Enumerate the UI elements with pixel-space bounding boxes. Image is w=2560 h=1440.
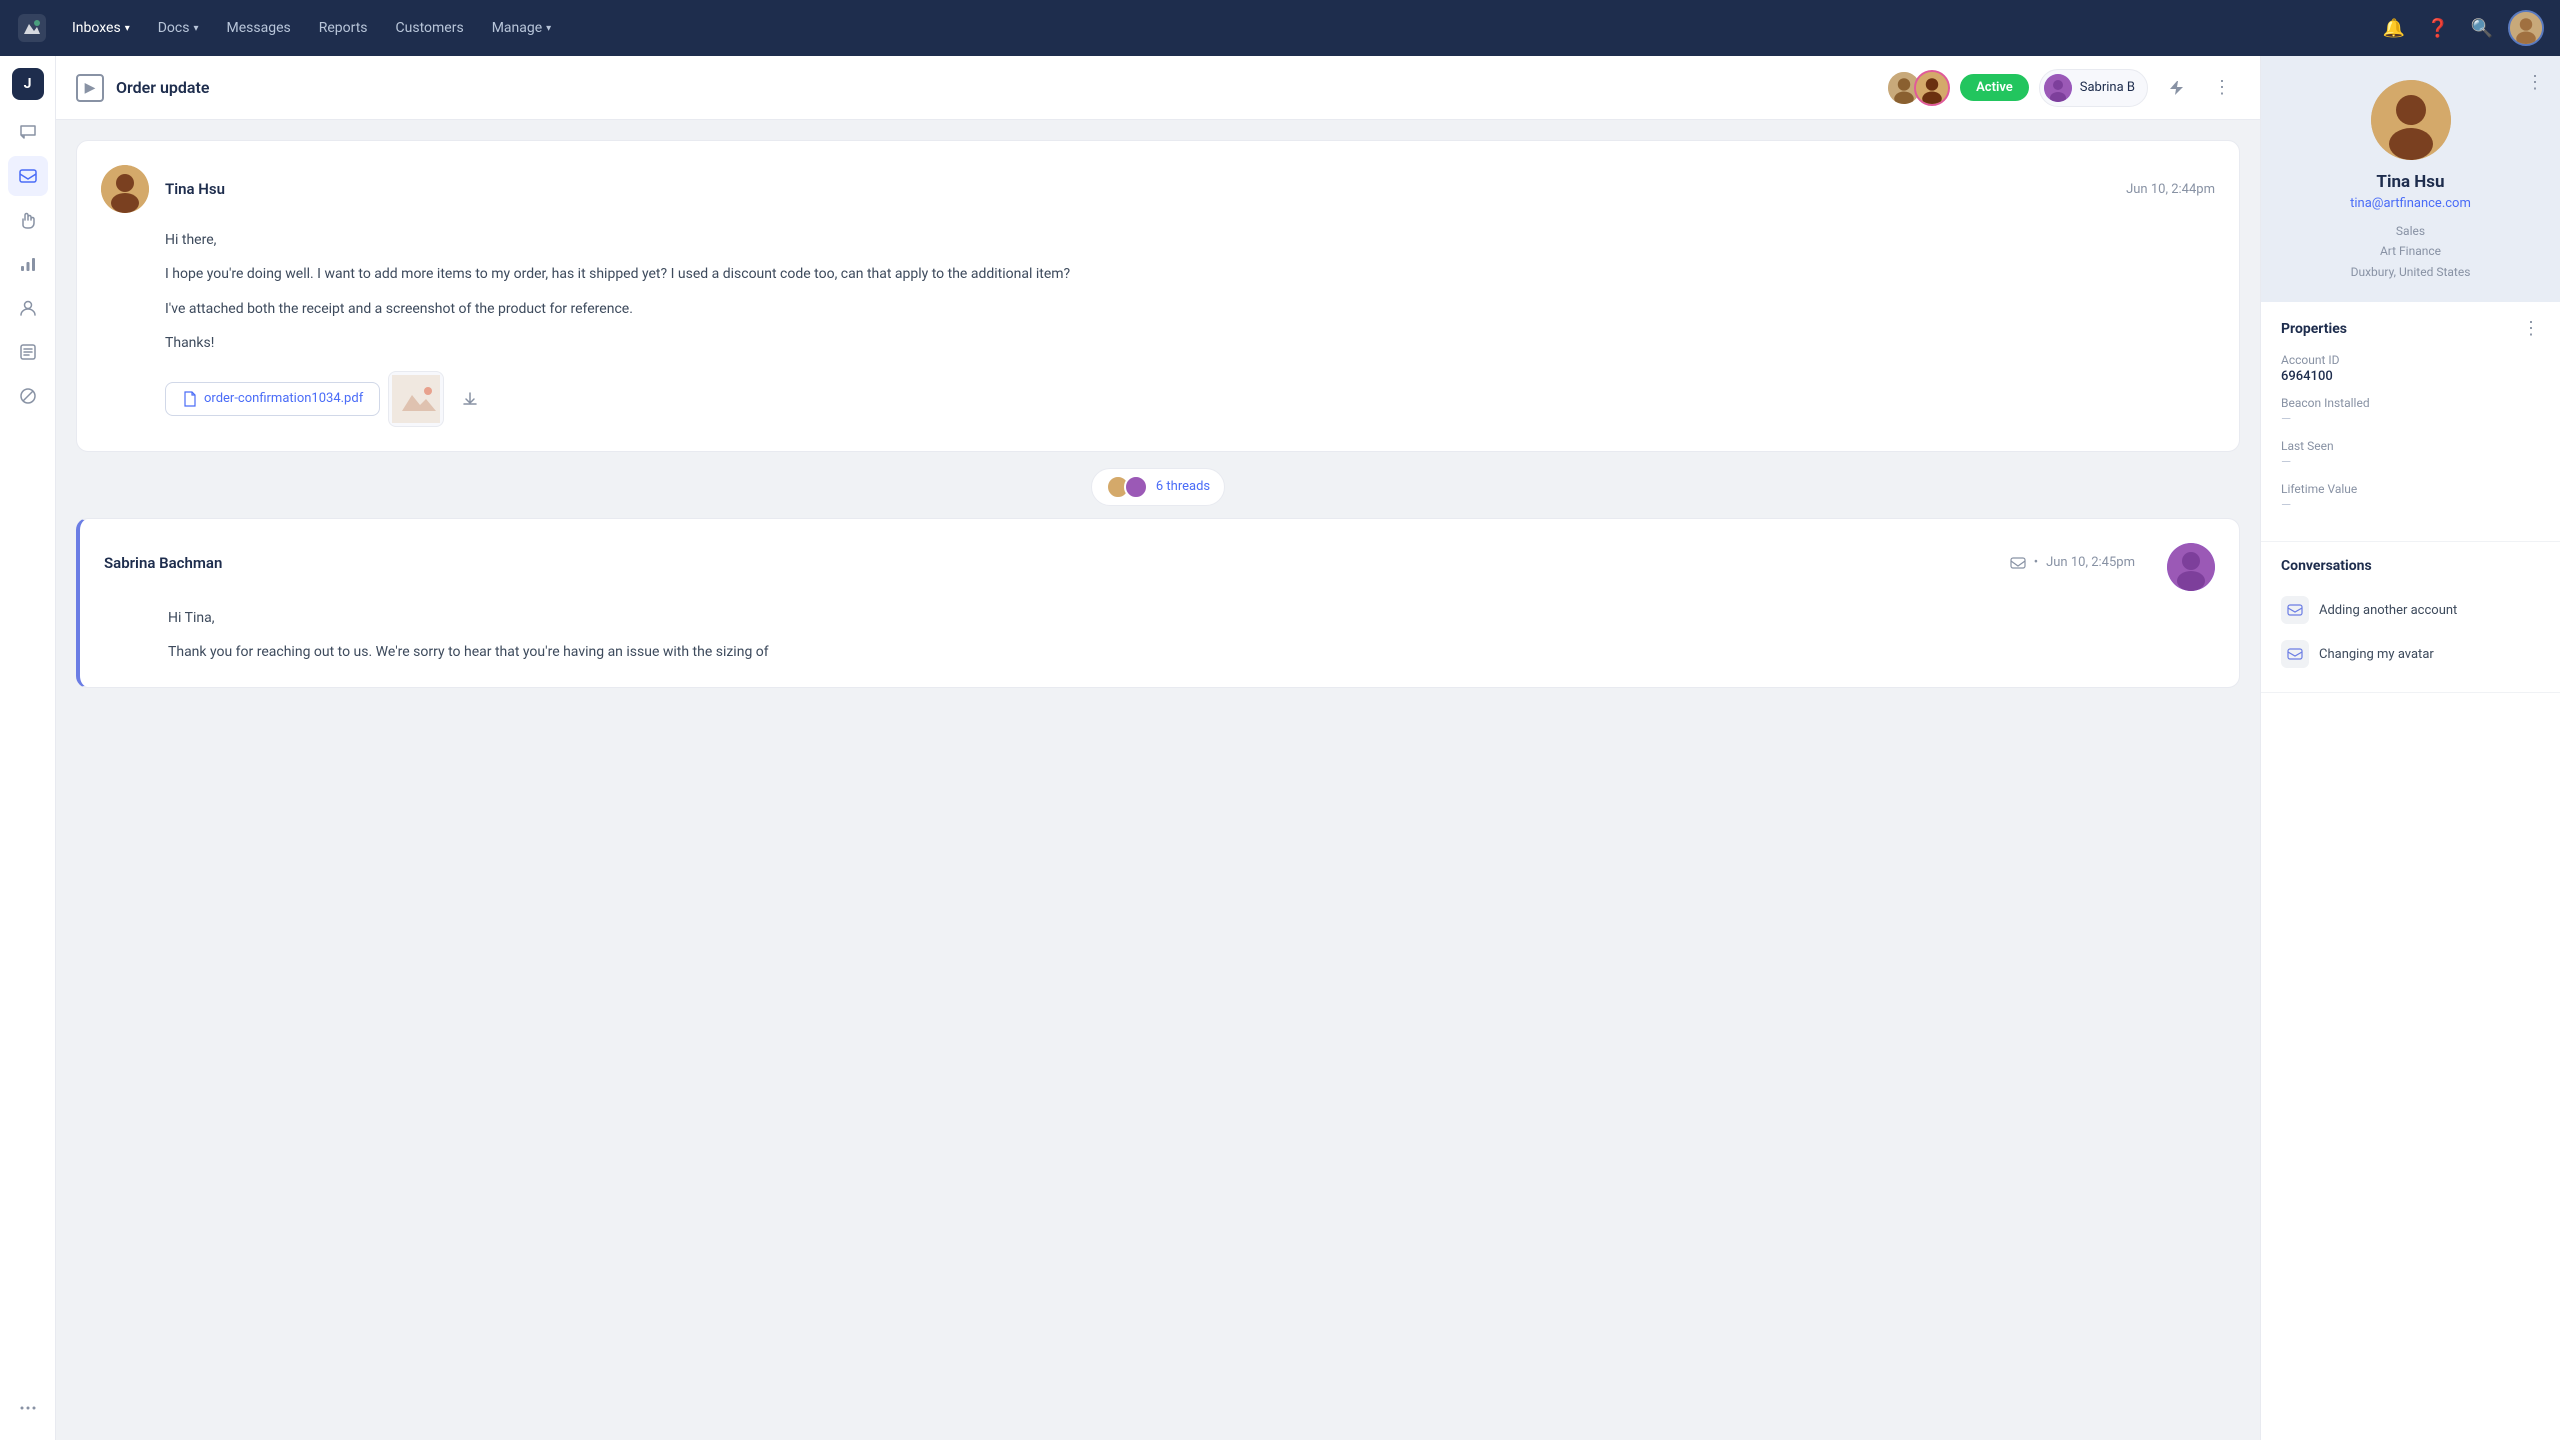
sidebar-item-contacts[interactable] [8,288,48,328]
property-beacon-value: — [2281,412,2540,427]
sidebar-item-notes[interactable] [8,332,48,372]
nav-customers[interactable]: Customers [384,14,476,42]
conversation-header: ▶ Order update [56,56,2260,120]
right-panel: ⋮ Tina Hsu tina@artfinance.com Sales Art… [2260,56,2560,1440]
conversations-title: Conversations [2281,558,2372,574]
property-account-id: Account ID 6964100 [2281,353,2540,384]
status-badge[interactable]: Active [1960,74,2029,101]
search-button[interactable]: 🔍 [2464,10,2500,46]
main-layout: J [0,56,2560,1440]
agent-avatar-2 [1914,70,1950,106]
sidebar-item-inbox[interactable] [8,156,48,196]
properties-title: Properties [2281,321,2347,337]
message-card-1: Tina Hsu Jun 10, 2:44pm Hi there, I hope… [76,140,2240,452]
message-body-1: Hi there, I hope you're doing well. I wa… [101,229,2215,355]
message-sender-1: Tina Hsu [165,180,225,198]
properties-more-button[interactable]: ⋮ [2522,318,2540,339]
threads-label[interactable]: 6 threads [1091,468,1225,506]
contact-avatar [2371,80,2451,160]
threads-count: 6 threads [1156,479,1210,494]
more-options-button[interactable]: ⋮ [2204,70,2240,106]
message-header-2: Sabrina Bachman • Jun 10, 2:45pm [104,543,2215,591]
app-logo [16,12,48,44]
message-card-2: Sabrina Bachman • Jun 10, 2:45pm [76,518,2240,689]
nav-messages[interactable]: Messages [215,14,303,42]
sidebar-initial: J [12,68,44,100]
reply-meta: • Jun 10, 2:45pm [2010,555,2135,571]
contact-name: Tina Hsu [2376,172,2444,192]
reply-agent-avatar [2167,543,2215,591]
conversation-header-actions: Active Sabrina B ⋮ [1886,69,2240,107]
conversations-section-header: Conversations [2281,558,2540,574]
message-time-1: Jun 10, 2:44pm [2126,182,2215,197]
message-avatar-tina [101,165,149,213]
inboxes-caret: ▾ [125,23,130,34]
sidebar-item-more[interactable] [8,1388,48,1428]
sidebar-item-hand[interactable] [8,200,48,240]
assigned-agent-name: Sabrina B [2080,80,2135,95]
nav-reports[interactable]: Reports [307,14,380,42]
conversation-title: Order update [116,78,1874,97]
message-header-1: Tina Hsu Jun 10, 2:44pm [101,165,2215,213]
property-last-seen: Last Seen — [2281,439,2540,470]
sidebar-item-reports[interactable] [8,244,48,284]
left-sidebar: J [0,56,56,1440]
docs-caret: ▾ [193,23,198,34]
contact-meta: Sales Art Finance Duxbury, United States [2351,221,2471,282]
agent-avatars [1886,70,1950,106]
flash-button[interactable] [2158,70,2194,106]
property-last-seen-value: — [2281,455,2540,470]
conv-item-label-2: Changing my avatar [2319,647,2434,662]
assigned-agent-avatar [2044,74,2072,102]
help-button[interactable]: ❓ [2420,10,2456,46]
pdf-attachment[interactable]: order-confirmation1034.pdf [165,382,380,416]
conv-item-avatar[interactable]: Changing my avatar [2281,632,2540,676]
conv-item-icon-1 [2281,596,2309,624]
property-lifetime-value: Lifetime Value — [2281,482,2540,513]
image-attachment[interactable] [388,371,444,427]
conv-item-adding-account[interactable]: Adding another account [2281,588,2540,632]
property-lifetime-value-label: Lifetime Value [2281,482,2540,496]
conversations-section: Conversations Adding another account [2261,542,2560,693]
property-account-id-value: 6964100 [2281,369,2540,384]
property-lifetime-value-value: — [2281,498,2540,513]
content-area: ▶ Order update [56,56,2260,1440]
property-beacon: Beacon Installed — [2281,396,2540,427]
property-account-id-label: Account ID [2281,353,2540,367]
thread-mini-avatar-2 [1124,475,1148,499]
sidebar-item-chat[interactable] [8,112,48,152]
message-attachments: order-confirmation1034.pdf [101,371,2215,427]
contact-email[interactable]: tina@artfinance.com [2350,196,2471,211]
reply-time: Jun 10, 2:45pm [2046,555,2135,570]
top-navigation: Inboxes ▾ Docs ▾ Messages Reports Custom… [0,0,2560,56]
nav-manage[interactable]: Manage ▾ [480,14,564,42]
properties-section: Properties ⋮ Account ID 6964100 Beacon I… [2261,302,2560,542]
property-beacon-label: Beacon Installed [2281,396,2540,410]
user-avatar[interactable] [2508,10,2544,46]
contact-header: ⋮ Tina Hsu tina@artfinance.com Sales Art… [2261,56,2560,302]
nav-docs[interactable]: Docs ▾ [146,14,211,42]
reply-sender-row: Sabrina Bachman • Jun 10, 2:45pm [104,554,2135,572]
conv-item-label-1: Adding another account [2319,603,2457,618]
messages-area: Tina Hsu Jun 10, 2:44pm Hi there, I hope… [56,120,2260,1440]
conv-item-icon-2 [2281,640,2309,668]
properties-section-header: Properties ⋮ [2281,318,2540,339]
message-body-2: Hi Tina, Thank you for reaching out to u… [104,607,2215,664]
manage-caret: ▾ [546,23,551,34]
property-last-seen-label: Last Seen [2281,439,2540,453]
topnav-right: 🔔 ❓ 🔍 [2376,10,2544,46]
conversation-type-icon: ▶ [76,74,104,102]
threads-divider: 6 threads [76,468,2240,506]
notifications-button[interactable]: 🔔 [2376,10,2412,46]
contact-more-button[interactable]: ⋮ [2526,72,2544,93]
nav-inboxes[interactable]: Inboxes ▾ [60,14,142,42]
download-button[interactable] [452,381,488,417]
assigned-agent[interactable]: Sabrina B [2039,69,2148,107]
sidebar-item-block[interactable] [8,376,48,416]
thread-mini-avatars [1106,475,1148,499]
